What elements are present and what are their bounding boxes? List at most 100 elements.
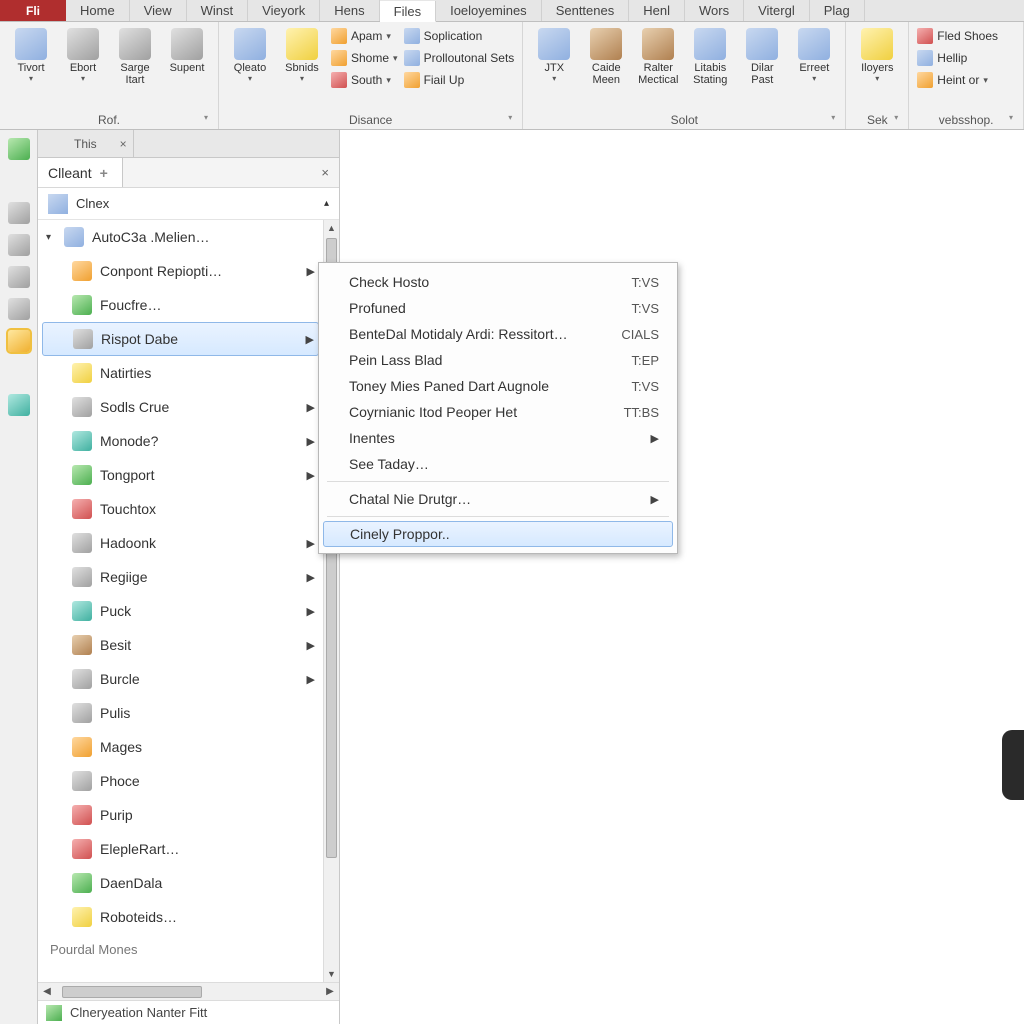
tree-item[interactable]: Natirties <box>38 356 323 390</box>
prolloutonal-button[interactable]: Prolloutonal Sets <box>404 48 515 68</box>
fiailup-button[interactable]: Fiail Up <box>404 70 515 90</box>
tree-item[interactable]: Tongport▶ <box>38 458 323 492</box>
tree-item[interactable]: Rispot Dabe▶ <box>42 322 319 356</box>
tool-rail <box>0 130 38 1024</box>
item-icon <box>72 635 92 655</box>
dilar-button[interactable]: Dilar Past <box>739 26 785 86</box>
tab-plag[interactable]: Plag <box>810 0 865 21</box>
tree-item[interactable]: Conpont Repiopti…▶ <box>38 254 323 288</box>
panel-tab-clleant[interactable]: Clleant+ <box>38 158 123 187</box>
sbnids-button[interactable]: Sbnids▾ <box>279 26 325 83</box>
qleato-button[interactable]: Qleato▾ <box>227 26 273 83</box>
tree-item[interactable]: Phoce <box>38 764 323 798</box>
tree-item[interactable]: DaenDala <box>38 866 323 900</box>
ebort-button[interactable]: Ebort▾ <box>60 26 106 83</box>
tree-item[interactable]: Roboteids… <box>38 900 323 934</box>
tivort-button[interactable]: Tivort▾ <box>8 26 54 83</box>
app-button[interactable]: Fli <box>0 0 66 21</box>
heintor-button[interactable]: Heint or▾ <box>917 70 998 90</box>
tree-item[interactable]: Puck▶ <box>38 594 323 628</box>
menu-item[interactable]: Toney Mies Paned Dart AugnoleT:VS <box>319 373 677 399</box>
tab-wors[interactable]: Wors <box>685 0 744 21</box>
hellip-button[interactable]: Hellip <box>917 48 998 68</box>
tab-vitergl[interactable]: Vitergl <box>744 0 810 21</box>
expand-icon[interactable]: ▾ <box>46 232 56 243</box>
side-handle[interactable] <box>1002 730 1024 800</box>
tab-winst[interactable]: Winst <box>187 0 249 21</box>
tree-item[interactable]: Besit▶ <box>38 628 323 662</box>
scroll-right-icon[interactable]: ▶ <box>321 986 339 997</box>
tree-item[interactable]: Hadoonk▶ <box>38 526 323 560</box>
tab-senttenes[interactable]: Senttenes <box>542 0 630 21</box>
menu-item[interactable]: Chatal Nie Drutgr…▶ <box>319 486 677 512</box>
caide-meen-button[interactable]: Caide Meen <box>583 26 629 86</box>
panel-header-label: Clnex <box>76 196 109 211</box>
tree-item[interactable]: Regiige▶ <box>38 560 323 594</box>
group-label-solot: Solot <box>531 111 837 129</box>
close-panel-icon[interactable]: × <box>311 158 339 187</box>
tree-item[interactable]: Touchtox <box>38 492 323 526</box>
tree-item[interactable]: Purip <box>38 798 323 832</box>
rail-icon-6[interactable] <box>8 298 30 320</box>
tree-item[interactable]: ElepleRart… <box>38 832 323 866</box>
iloyers-button[interactable]: Iloyers▾ <box>854 26 900 83</box>
menu-item[interactable]: Pein Lass BladT:EP <box>319 347 677 373</box>
menu-item[interactable]: See Taday… <box>319 451 677 477</box>
rail-icon-1[interactable] <box>8 138 30 160</box>
panel-tab-this[interactable]: This× <box>38 130 134 157</box>
tab-ioeloyemines[interactable]: Ioeloyemines <box>436 0 542 21</box>
tree-root[interactable]: ▾ AutoC3a .Melien… <box>38 220 323 254</box>
collapse-icon[interactable]: ▴ <box>324 198 329 209</box>
scroll-up-icon[interactable]: ▲ <box>324 220 339 236</box>
hscroll-thumb[interactable] <box>62 986 202 998</box>
menu-item[interactable]: Coyrnianic Itod Peoper HetTT:BS <box>319 399 677 425</box>
tab-home[interactable]: Home <box>66 0 130 21</box>
rail-icon-selected[interactable] <box>8 330 30 352</box>
rail-icon-9[interactable] <box>8 394 30 416</box>
south-button[interactable]: South▾ <box>331 70 398 90</box>
jtx-button[interactable]: JTX▾ <box>531 26 577 83</box>
rail-icon-4[interactable] <box>8 234 30 256</box>
apam-button[interactable]: Apam▾ <box>331 26 398 46</box>
rail-icon-8[interactable] <box>8 362 30 384</box>
menu-item[interactable]: Check HostoT:VS <box>319 269 677 295</box>
tree-root-label: AutoC3a .Melien… <box>92 229 210 245</box>
erreet-button[interactable]: Erreet▾ <box>791 26 837 83</box>
tab-vieyork[interactable]: Vieyork <box>248 0 320 21</box>
tab-view[interactable]: View <box>130 0 187 21</box>
scroll-down-icon[interactable]: ▼ <box>324 966 339 982</box>
close-icon[interactable]: × <box>120 137 127 151</box>
scroll-left-icon[interactable]: ◀ <box>38 986 56 997</box>
horizontal-scrollbar[interactable]: ◀ ▶ <box>38 982 339 1000</box>
tab-hens[interactable]: Hens <box>320 0 379 21</box>
tree-item[interactable]: Pulis <box>38 696 323 730</box>
fled-shoes-button[interactable]: Fled Shoes <box>917 26 998 46</box>
tree-item[interactable]: Foucfre… <box>38 288 323 322</box>
menu-item[interactable]: Cinely Proppor.. <box>323 521 673 547</box>
ralter-button[interactable]: Ralter Mectical <box>635 26 681 86</box>
tree-item[interactable]: Sodls Crue▶ <box>38 390 323 424</box>
tree-item[interactable]: Monode?▶ <box>38 424 323 458</box>
menu-item[interactable]: BenteDal Motidaly Ardi: Ressitort…CIALS <box>319 321 677 347</box>
menu-item-label: Inentes <box>349 430 395 446</box>
litabis-button[interactable]: Litabis Stating <box>687 26 733 86</box>
group-label-rof: Rof. <box>8 111 210 129</box>
add-tab-icon[interactable]: + <box>96 165 108 181</box>
shome-button[interactable]: Shome▾ <box>331 48 398 68</box>
rail-icon-2[interactable] <box>8 170 30 192</box>
menu-item[interactable]: Inentes▶ <box>319 425 677 451</box>
tab-files[interactable]: Files <box>380 1 436 22</box>
supent-button[interactable]: Supent <box>164 26 210 74</box>
tab-henl[interactable]: Henl <box>629 0 685 21</box>
tree-item[interactable]: Mages <box>38 730 323 764</box>
panel-header[interactable]: Clnex ▴ <box>38 188 339 220</box>
menu-item[interactable]: ProfunedT:VS <box>319 295 677 321</box>
rail-icon-5[interactable] <box>8 266 30 288</box>
tree-item[interactable]: Burcle▶ <box>38 662 323 696</box>
rail-close-icon[interactable] <box>8 202 30 224</box>
sarge-itart-button[interactable]: Sarge Itart <box>112 26 158 86</box>
person-icon <box>404 72 420 88</box>
submenu-arrow-icon: ▶ <box>651 493 659 506</box>
item-icon <box>72 363 92 383</box>
soplication-button[interactable]: Soplication <box>404 26 515 46</box>
